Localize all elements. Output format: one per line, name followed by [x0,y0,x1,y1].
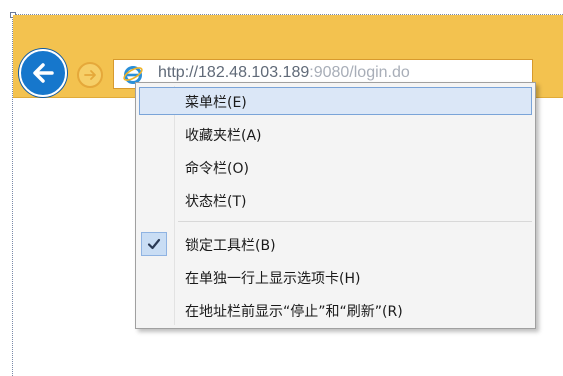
menu-item-label: 收藏夹栏(A) [185,128,262,144]
menu-item-tabs-separate-row[interactable]: 在单独一行上显示选项卡(H) [139,263,532,291]
forward-button[interactable] [77,62,103,88]
checkmark-icon [147,238,161,250]
menu-item-menubar[interactable]: 菜单栏(E) [139,87,532,115]
menu-item-lock-toolbars[interactable]: 锁定工具栏(B) [139,230,532,258]
menu-separator [178,221,532,222]
menu-item-command-bar[interactable]: 命令栏(O) [139,153,532,181]
menu-item-stop-refresh-before-address[interactable]: 在地址栏前显示“停止”和“刷新”(R) [139,296,532,324]
menu-item-label: 命令栏(O) [185,161,249,177]
menu-item-status-bar[interactable]: 状态栏(T) [139,186,532,214]
menu-item-label: 在单独一行上显示选项卡(H) [185,271,361,287]
toolbar-context-menu: 菜单栏(E) 收藏夹栏(A) 命令栏(O) 状态栏(T) 锁定工具栏(B) 在单… [135,82,536,329]
menu-item-label: 状态栏(T) [185,194,247,210]
back-arrow-icon [33,63,54,83]
menu-item-label: 菜单栏(E) [185,95,247,111]
forward-arrow-icon [84,70,96,80]
check-indicator [141,232,167,256]
url-path: /login.do [349,64,410,81]
url-host: http://182.48.103.189 [158,64,310,81]
back-button[interactable] [19,49,67,97]
address-url[interactable]: http://182.48.103.189:9080/login.do [158,64,410,82]
menu-item-favorites-bar[interactable]: 收藏夹栏(A) [139,120,532,148]
menu-item-label: 锁定工具栏(B) [185,238,276,254]
menu-item-label: 在地址栏前显示“停止”和“刷新”(R) [185,304,403,320]
url-port: :9080 [309,64,350,81]
